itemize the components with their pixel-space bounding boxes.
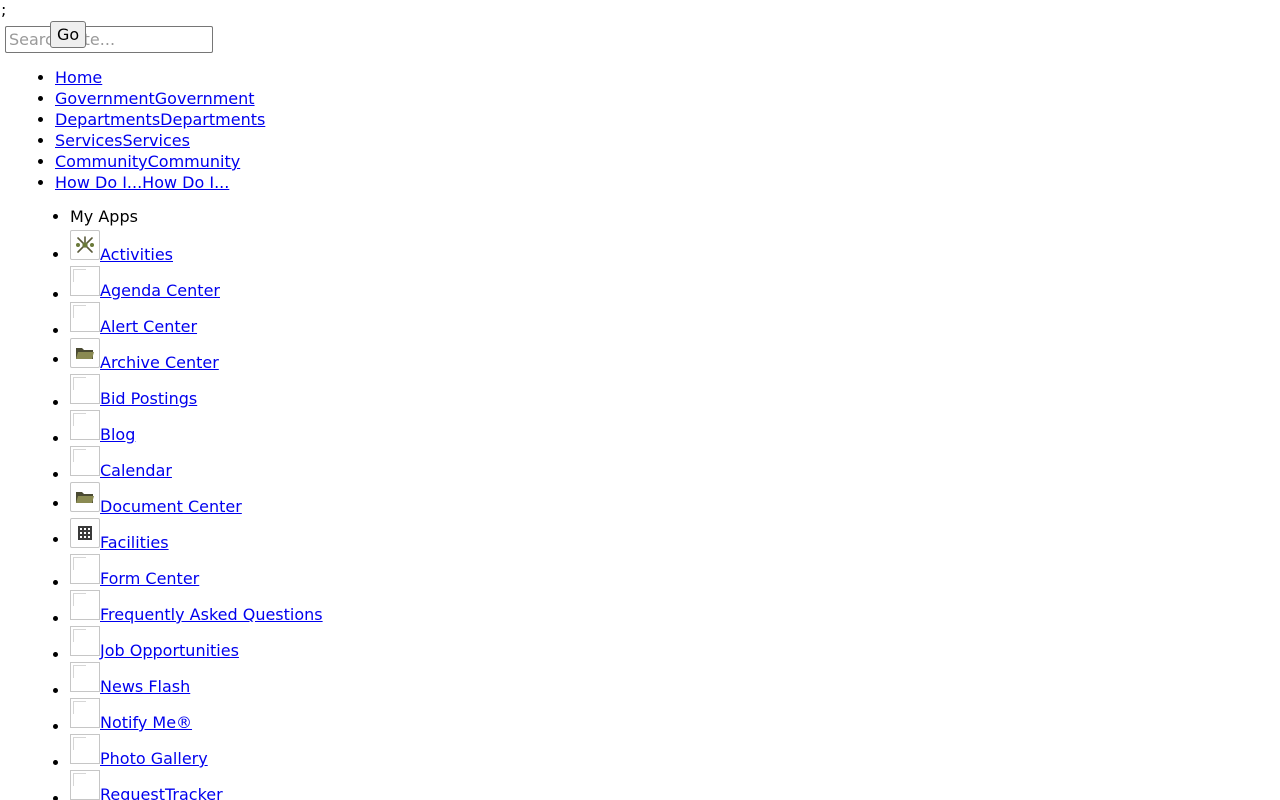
app-link-activities[interactable]: Activities	[100, 245, 173, 264]
broken-image-icon[interactable]	[70, 626, 100, 656]
nav-item-how-do-i: How Do I...How Do I...	[55, 172, 265, 193]
app-item-bid-postings: Bid Postings	[70, 372, 323, 408]
main-navigation: Home GovernmentGovernment DepartmentsDep…	[15, 67, 265, 193]
app-link-blog[interactable]: Blog	[100, 425, 135, 444]
go-button[interactable]: Go	[50, 21, 87, 48]
broken-image-icon[interactable]	[70, 374, 100, 404]
broken-image-icon[interactable]	[70, 302, 100, 332]
nav-item-community: CommunityCommunity	[55, 151, 265, 172]
app-link-news-flash[interactable]: News Flash	[100, 677, 190, 696]
app-item-facilities: Facilities	[70, 516, 323, 552]
app-item-request-tracker: RequestTracker	[70, 768, 323, 800]
my-apps-list: My Apps Activities Agenda Center Alert C…	[30, 206, 323, 800]
broken-image-icon[interactable]	[70, 590, 100, 620]
folder-icon[interactable]	[70, 482, 100, 512]
app-link-archive-center[interactable]: Archive Center	[100, 353, 219, 372]
app-item-form-center: Form Center	[70, 552, 323, 588]
app-link-alert-center[interactable]: Alert Center	[100, 317, 197, 336]
app-link-job-opportunities[interactable]: Job Opportunities	[100, 641, 239, 660]
broken-image-icon[interactable]	[70, 266, 100, 296]
nav-link-departments[interactable]: DepartmentsDepartments	[55, 110, 265, 129]
app-link-faq[interactable]: Frequently Asked Questions	[100, 605, 323, 624]
building-icon[interactable]	[70, 518, 100, 548]
app-link-form-center[interactable]: Form Center	[100, 569, 199, 588]
app-item-job-opportunities: Job Opportunities	[70, 624, 323, 660]
nav-link-services[interactable]: ServicesServices	[55, 131, 190, 150]
app-link-document-center[interactable]: Document Center	[100, 497, 242, 516]
app-item-notify-me: Notify Me®	[70, 696, 323, 732]
app-item-activities: Activities	[70, 228, 323, 264]
nav-link-how-do-i[interactable]: How Do I...How Do I...	[55, 173, 229, 192]
nav-link-home[interactable]: Home	[55, 68, 102, 87]
app-item-archive-center: Archive Center	[70, 336, 323, 372]
app-item-calendar: Calendar	[70, 444, 323, 480]
nav-link-government[interactable]: GovernmentGovernment	[55, 89, 255, 108]
broken-image-icon[interactable]	[70, 554, 100, 584]
search-form: Go	[5, 21, 213, 53]
app-item-photo-gallery: Photo Gallery	[70, 732, 323, 768]
app-link-photo-gallery[interactable]: Photo Gallery	[100, 749, 208, 768]
app-link-request-tracker[interactable]: RequestTracker	[100, 785, 223, 800]
broken-image-icon[interactable]	[70, 770, 100, 800]
nav-item-home: Home	[55, 67, 265, 88]
broken-image-icon[interactable]	[70, 410, 100, 440]
app-item-blog: Blog	[70, 408, 323, 444]
app-item-document-center: Document Center	[70, 480, 323, 516]
activities-icon[interactable]	[70, 230, 100, 260]
nav-item-services: ServicesServices	[55, 130, 265, 151]
app-item-alert-center: Alert Center	[70, 300, 323, 336]
broken-image-icon[interactable]	[70, 734, 100, 764]
broken-image-icon[interactable]	[70, 698, 100, 728]
folder-icon[interactable]	[70, 338, 100, 368]
app-item-faq: Frequently Asked Questions	[70, 588, 323, 624]
search-input[interactable]	[5, 26, 213, 53]
my-apps-header: My Apps	[70, 206, 323, 227]
app-link-notify-me[interactable]: Notify Me®	[100, 713, 192, 732]
nav-item-departments: DepartmentsDepartments	[55, 109, 265, 130]
broken-image-icon[interactable]	[70, 446, 100, 476]
app-link-facilities[interactable]: Facilities	[100, 533, 169, 552]
app-item-news-flash: News Flash	[70, 660, 323, 696]
nav-item-government: GovernmentGovernment	[55, 88, 265, 109]
app-link-calendar[interactable]: Calendar	[100, 461, 172, 480]
app-link-bid-postings[interactable]: Bid Postings	[100, 389, 197, 408]
nav-link-community[interactable]: CommunityCommunity	[55, 152, 240, 171]
stray-semicolon-text: ;	[1, 0, 7, 19]
app-item-agenda-center: Agenda Center	[70, 264, 323, 300]
broken-image-icon[interactable]	[70, 662, 100, 692]
app-link-agenda-center[interactable]: Agenda Center	[100, 281, 220, 300]
